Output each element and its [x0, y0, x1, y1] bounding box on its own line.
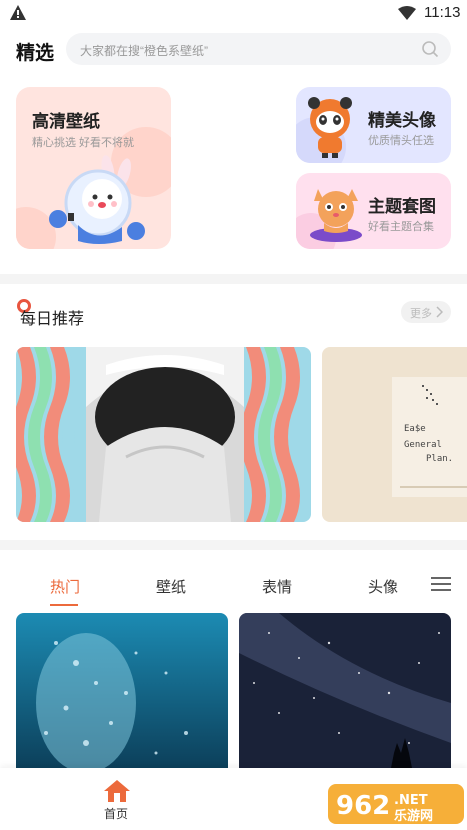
theme-card[interactable]: 主题套图 好看主题合集 — [296, 173, 451, 249]
avatar-card[interactable]: 精美头像 优质情头任选 — [296, 87, 451, 163]
search-input[interactable]: 大家都在搜“橙色系壁纸” — [66, 33, 451, 65]
warning-icon — [10, 5, 26, 20]
more-label: 更多 — [410, 308, 432, 320]
daily-photo-room[interactable]: Ea$e General Plan. — [322, 347, 467, 522]
active-tab-indicator — [50, 604, 78, 606]
status-time: 11:13 — [424, 4, 461, 21]
tab-wallpaper[interactable]: 壁纸 — [156, 576, 186, 597]
grid-photo-milkyway[interactable] — [239, 613, 451, 778]
theme-subtitle: 好看主题合集 — [368, 221, 434, 233]
chevron-right-icon — [436, 306, 443, 318]
daily-title: 每日推荐 — [20, 311, 85, 328]
grid-photo-bubbles[interactable] — [16, 613, 228, 778]
section-divider — [0, 274, 467, 284]
theme-title: 主题套图 — [368, 197, 436, 216]
search-icon[interactable] — [421, 40, 439, 58]
bubbles-image — [16, 613, 228, 778]
site-watermark-logo: 962 .NET 乐游网 — [328, 784, 464, 824]
tongue-image — [16, 347, 311, 522]
home-icon[interactable] — [104, 780, 130, 802]
tab-avatar[interactable]: 头像 — [368, 576, 398, 597]
milkyway-image — [239, 613, 451, 778]
hd-wallpaper-subtitle: 精心挑选 好看不将就 — [32, 137, 135, 149]
room-image: Ea$e General Plan. — [322, 347, 467, 522]
hd-wallpaper-title: 高清壁纸 — [32, 112, 100, 131]
tab-emoji[interactable]: 表情 — [262, 576, 292, 597]
header: 精选 大家都在搜“橙色系壁纸” — [0, 30, 467, 70]
svg-text:乐游网: 乐游网 — [394, 808, 433, 824]
status-bar: 11:13 — [0, 0, 467, 26]
more-button[interactable]: 更多 — [401, 301, 451, 323]
svg-text:Ea$e: Ea$e — [404, 424, 426, 434]
menu-icon[interactable] — [431, 576, 451, 592]
cat-illustration — [310, 189, 362, 242]
avatar-subtitle: 优质情头任选 — [368, 135, 434, 147]
svg-text:General: General — [404, 440, 442, 450]
hd-wallpaper-card[interactable]: 高清壁纸 精心挑选 好看不将就 — [16, 87, 171, 249]
panda-illustration — [308, 97, 352, 158]
svg-text:.NET: .NET — [394, 793, 428, 808]
home-label[interactable]: 首页 — [104, 805, 128, 822]
daily-photo-tongue[interactable] — [16, 347, 311, 522]
tab-hot[interactable]: 热门 — [50, 576, 80, 597]
avatar-title: 精美头像 — [368, 111, 436, 130]
wifi-icon — [398, 6, 416, 20]
svg-text:Plan.: Plan. — [426, 454, 453, 464]
astronaut-bunny-illustration — [49, 155, 145, 244]
page-title: 精选 — [16, 43, 55, 64]
section-divider — [0, 540, 467, 550]
search-placeholder: 大家都在搜“橙色系壁纸” — [80, 44, 208, 58]
svg-text:962: 962 — [336, 791, 390, 821]
